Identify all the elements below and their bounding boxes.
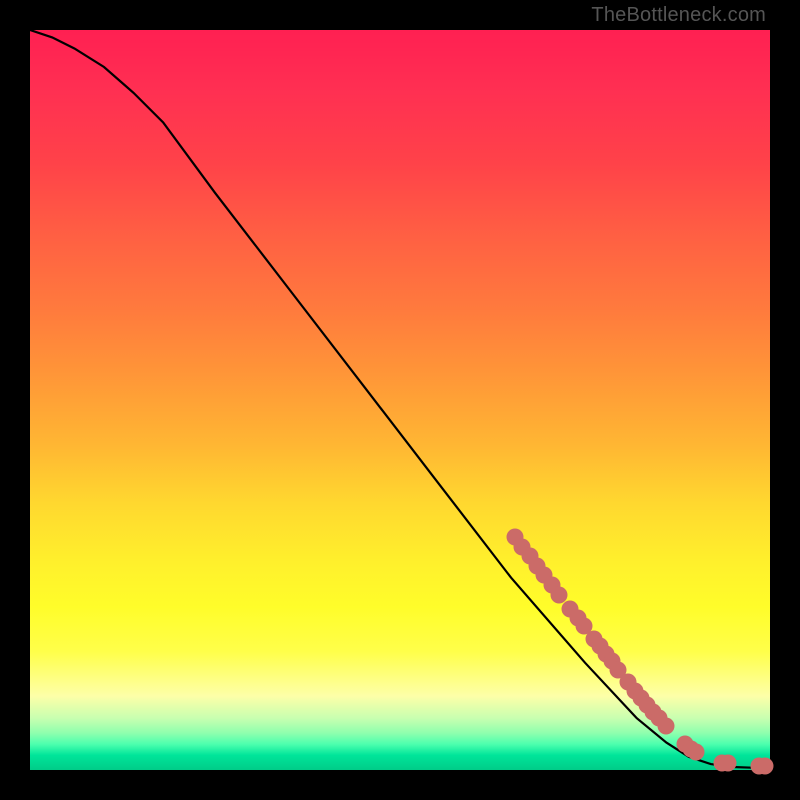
- plot-area: [30, 30, 770, 770]
- data-point: [688, 744, 705, 761]
- curve-line: [30, 30, 770, 768]
- data-point: [756, 758, 773, 775]
- curve-svg: [30, 30, 770, 770]
- data-point: [719, 755, 736, 772]
- watermark-text: TheBottleneck.com: [591, 4, 766, 27]
- data-point: [658, 718, 675, 735]
